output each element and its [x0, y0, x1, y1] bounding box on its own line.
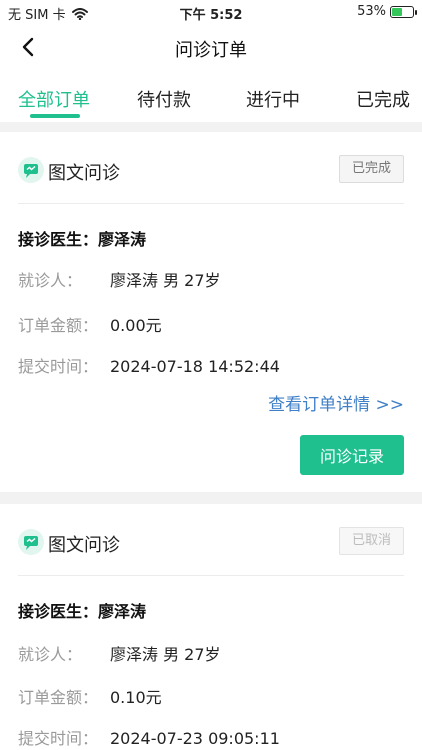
order-status-badge: 已完成: [338, 155, 404, 183]
divider: [18, 203, 404, 204]
service-type: 图文问诊: [48, 535, 120, 556]
amount-row: 订单金额： 0.00元: [18, 312, 162, 336]
battery-icon: [390, 5, 417, 18]
tab-all-orders[interactable]: 全部订单: [18, 86, 90, 112]
page-title: 问诊订单: [175, 40, 247, 61]
amount-value: 0.10元: [110, 688, 162, 707]
patient-label: 就诊人：: [18, 271, 83, 290]
order-status-badge: 已取消: [338, 527, 404, 555]
patient-value: 廖泽涛 男 27岁: [110, 645, 221, 664]
tab-pending-payment[interactable]: 待付款: [137, 86, 191, 112]
order-card: 图文问诊 已取消 接诊医生：廖泽涛 就诊人： 廖泽涛 男 27岁 订单金额： 0.1…: [0, 504, 422, 750]
order-card: 图文问诊 已完成 接诊医生：廖泽涛 就诊人： 廖泽涛 男 27岁 订单金额： 0.0…: [0, 132, 422, 492]
order-card-header: 图文问诊 已完成: [0, 132, 422, 204]
active-tab-indicator: [30, 114, 80, 118]
battery-percent: 53%: [357, 4, 386, 19]
tab-completed[interactable]: 已完成: [356, 86, 410, 112]
submit-time-label: 提交时间：: [18, 357, 99, 376]
status-right: 53%: [357, 4, 417, 19]
order-tabs: 全部订单 待付款 进行中 已完成: [0, 70, 422, 122]
submit-time-row: 提交时间： 2024-07-23 09:05:11: [18, 725, 280, 749]
submit-time-label: 提交时间：: [18, 729, 99, 748]
submit-time-value: 2024-07-18 14:52:44: [110, 357, 280, 376]
divider: [18, 575, 404, 576]
nav-bar: 问诊订单: [0, 24, 422, 70]
amount-value: 0.00元: [110, 316, 162, 335]
submit-time-row: 提交时间： 2024-07-18 14:52:44: [18, 353, 280, 377]
tab-in-progress[interactable]: 进行中: [246, 86, 300, 112]
view-order-details-link[interactable]: 查看订单详情 >>: [268, 390, 404, 415]
amount-label: 订单金额：: [18, 316, 99, 335]
amount-row: 订单金额： 0.10元: [18, 684, 162, 708]
chat-consult-icon: [18, 157, 44, 183]
patient-label: 就诊人：: [18, 645, 83, 664]
battery-fill: [392, 7, 402, 16]
order-card-header: 图文问诊 已取消: [0, 504, 422, 576]
amount-label: 订单金额：: [18, 688, 99, 707]
consult-record-button[interactable]: 问诊记录: [300, 435, 404, 475]
submit-time-value: 2024-07-23 09:05:11: [110, 729, 280, 748]
service-type: 图文问诊: [48, 163, 120, 184]
patient-row: 就诊人： 廖泽涛 男 27岁: [18, 641, 221, 665]
patient-row: 就诊人： 廖泽涛 男 27岁: [18, 267, 221, 291]
patient-value: 廖泽涛 男 27岁: [110, 271, 221, 290]
doctor-name: 接诊医生：廖泽涛: [18, 602, 147, 621]
chat-consult-icon: [18, 529, 44, 555]
doctor-name: 接诊医生：廖泽涛: [18, 230, 147, 249]
status-bar: 无 SIM 卡 下午 5:52 53%: [0, 0, 422, 24]
